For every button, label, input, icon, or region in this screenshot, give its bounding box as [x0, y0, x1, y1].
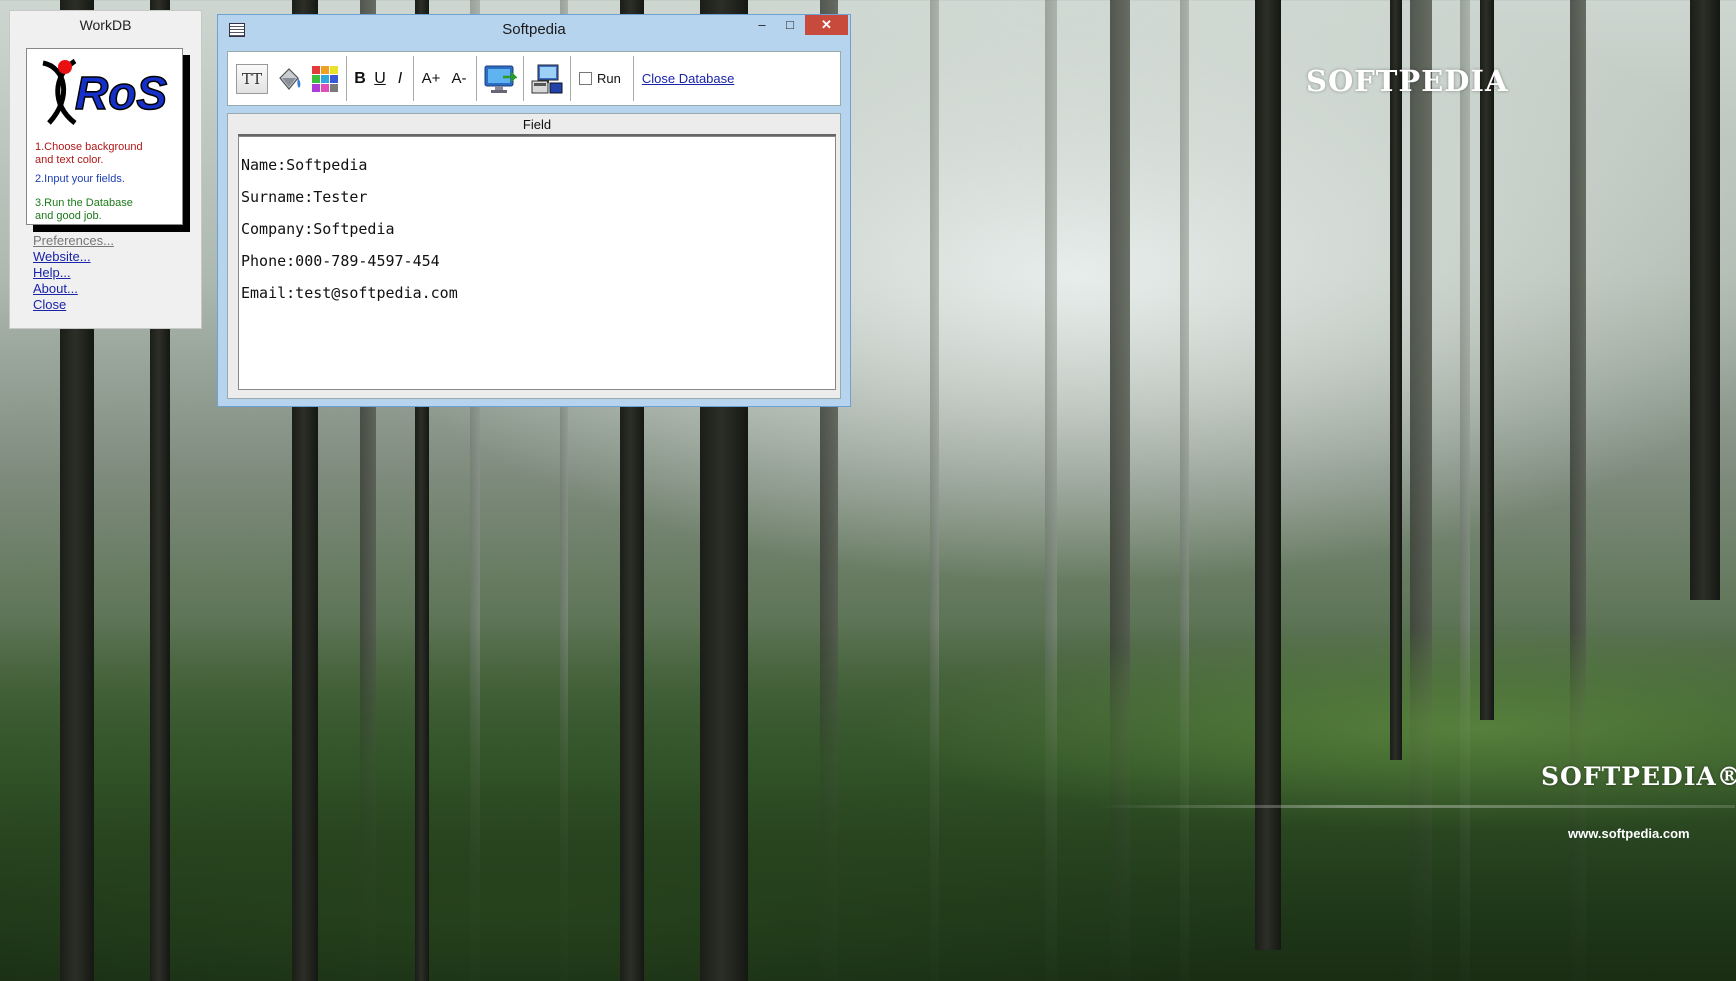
toolbar-group-style: TT — [228, 56, 347, 101]
decrease-font-button[interactable]: A- — [448, 70, 470, 87]
underline-button[interactable]: U — [373, 70, 387, 88]
increase-font-button[interactable]: A+ — [420, 70, 442, 87]
close-database-link[interactable]: Close Database — [642, 71, 735, 86]
toolbar-group-monitor — [477, 56, 524, 101]
workdb-links: Preferences... Website... Help... About.… — [33, 233, 114, 313]
watermark-strip — [1095, 805, 1735, 808]
run-label: Run — [597, 71, 621, 86]
toolbar-group-computer — [524, 56, 571, 101]
softpedia-url: www.softpedia.com — [1568, 826, 1690, 841]
run-checkbox[interactable] — [579, 72, 592, 85]
ros-logo: RoS — [42, 58, 168, 125]
instruction-step-3: 3.Run the Database and good job. — [35, 197, 133, 222]
run-option[interactable]: Run — [571, 56, 634, 101]
color-palette-icon[interactable] — [310, 64, 340, 94]
workdb-title: WorkDB — [79, 17, 132, 33]
softpedia-window: Softpedia – □ ✕ TT B U I A+ A- Run Close… — [217, 14, 851, 407]
toolbar-group-format: B U I — [347, 56, 414, 101]
instructions-card: RoS 1.Choose background and text color. … — [26, 48, 183, 225]
about-link[interactable]: About... — [33, 281, 114, 297]
instruction-step-1: 1.Choose background and text color. — [35, 141, 143, 166]
title-bar[interactable]: Softpedia – □ ✕ — [218, 15, 850, 44]
close-link[interactable]: Close — [33, 297, 114, 313]
toolbar: TT B U I A+ A- Run Close Database — [227, 51, 841, 106]
field-line-email: Email:test@softpedia.com — [241, 284, 458, 302]
close-button[interactable]: ✕ — [805, 15, 848, 35]
maximize-button[interactable]: □ — [776, 15, 804, 35]
minimize-button[interactable]: – — [748, 15, 776, 35]
instruction-step-2: 2.Input your fields. — [35, 173, 125, 185]
preferences-link[interactable]: Preferences... — [33, 233, 114, 249]
ros-logo-text: RoS — [75, 67, 167, 119]
field-text-area[interactable]: Name:Softpedia Surname:Tester Company:So… — [238, 136, 836, 390]
softpedia-watermark-top: SOFTPEDIA — [1306, 64, 1509, 98]
bold-button[interactable]: B — [353, 70, 367, 88]
italic-button[interactable]: I — [393, 70, 407, 88]
workdb-panel: WorkDB RoS 1.Choose background and text … — [9, 10, 202, 329]
field-header: Field — [238, 116, 836, 136]
help-link[interactable]: Help... — [33, 265, 114, 281]
computer-network-icon[interactable] — [530, 63, 564, 95]
website-link[interactable]: Website... — [33, 249, 114, 265]
monitor-run-icon[interactable] — [483, 63, 517, 95]
field-line-surname: Surname:Tester — [241, 188, 368, 206]
field-line-company: Company:Softpedia — [241, 220, 395, 238]
field-line-phone: Phone:000-789-4597-454 — [241, 252, 440, 270]
text-style-button[interactable]: TT — [236, 63, 268, 94]
paint-bucket-icon[interactable] — [274, 64, 304, 94]
field-line-name: Name:Softpedia — [241, 156, 368, 174]
toolbar-group-size: A+ A- — [414, 56, 477, 101]
field-panel: Field Name:Softpedia Surname:Tester Comp… — [227, 113, 841, 399]
softpedia-watermark-bottom: SOFTPEDIA® — [1541, 762, 1736, 791]
